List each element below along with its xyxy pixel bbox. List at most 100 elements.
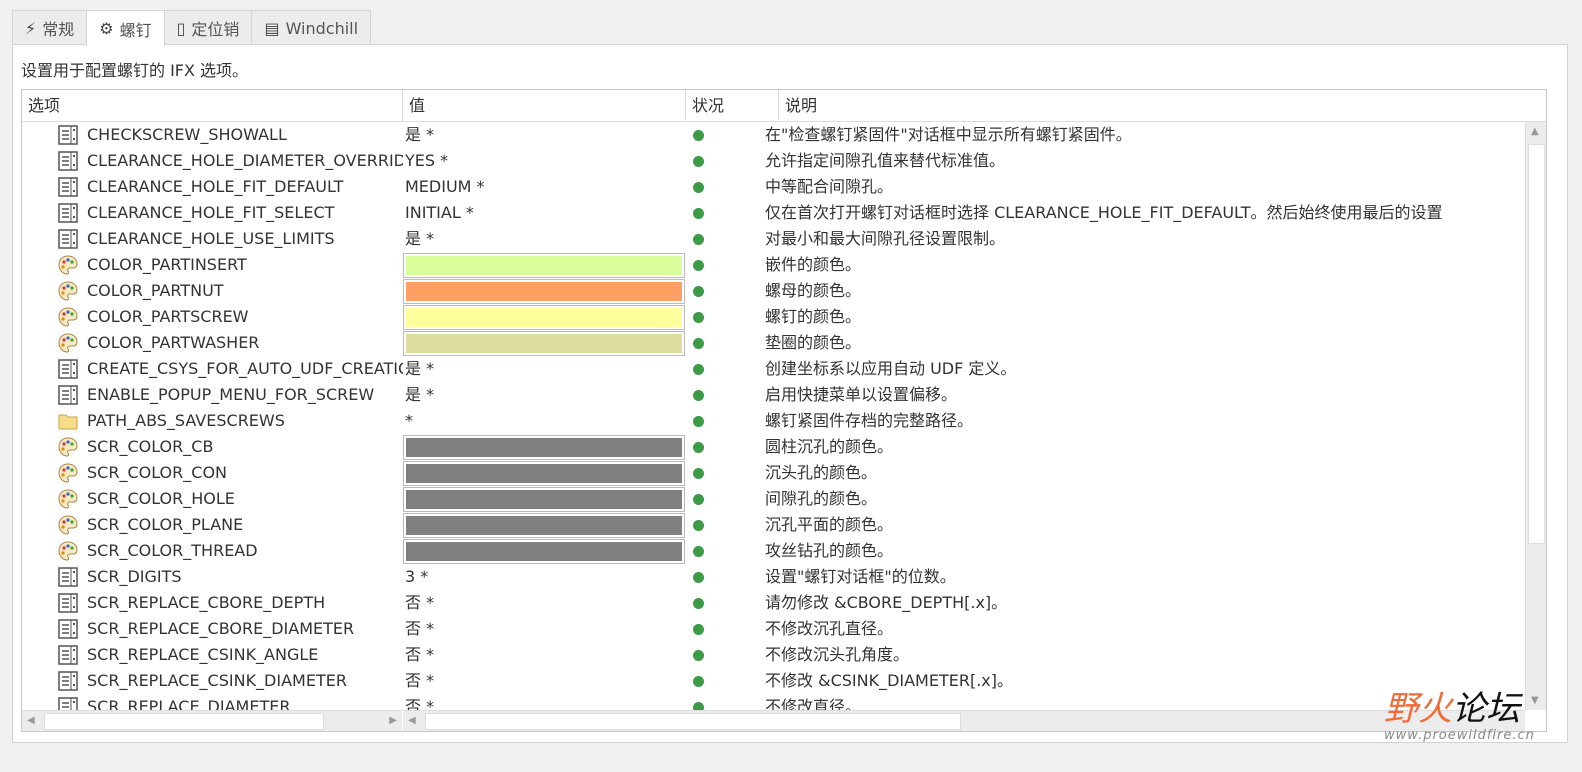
table-row[interactable]: SCR_DIGITS 3 * 设置"螺钉对话框"的位数。 <box>22 564 1525 590</box>
list-icon <box>58 645 78 665</box>
list-icon <box>58 125 78 145</box>
list-icon <box>58 697 78 710</box>
option-name: SCR_COLOR_THREAD <box>87 541 258 560</box>
option-description: 垫圈的颜色。 <box>765 333 862 352</box>
option-name: SCR_COLOR_CON <box>87 463 227 482</box>
option-description: 攻丝钻孔的颜色。 <box>765 541 894 560</box>
left-horizontal-scroll-thumb[interactable] <box>44 713 324 730</box>
tab-pin[interactable]: ▯ 定位销 <box>163 10 253 45</box>
option-value[interactable]: 3 * <box>403 564 686 590</box>
table-row[interactable]: SCR_COLOR_PLANE 沉孔平面的颜色。 <box>22 512 1525 538</box>
table-row[interactable]: CREATE_CSYS_FOR_AUTO_UDF_CREATION 是 * 创建坐… <box>22 356 1525 382</box>
scroll-left-icon[interactable]: ◀ <box>27 715 35 726</box>
table-row[interactable]: COLOR_PARTINSERT 嵌件的颜色。 <box>22 252 1525 278</box>
color-swatch[interactable] <box>403 513 685 538</box>
watermark-logo: 野火论坛 www.proewildfire.cn <box>1384 689 1535 743</box>
option-value[interactable]: 否 * <box>403 590 686 616</box>
table-row[interactable]: CLEARANCE_HOLE_FIT_SELECT INITIAL * 仅在首次打… <box>22 200 1525 226</box>
option-description: 沉头孔的颜色。 <box>765 463 878 482</box>
option-value[interactable]: 否 * <box>403 668 686 694</box>
color-swatch[interactable] <box>403 487 685 512</box>
option-value[interactable]: 否 * <box>403 642 686 668</box>
table-row[interactable]: SCR_REPLACE_DIAMETER 否 * 不修改直径。 <box>22 694 1525 710</box>
list-icon <box>58 619 78 639</box>
list-icon <box>58 359 78 379</box>
option-description: 间隙孔的颜色。 <box>765 489 878 508</box>
list-icon <box>58 229 78 249</box>
option-value[interactable]: INITIAL * <box>403 200 686 226</box>
option-value[interactable]: 否 * <box>403 616 686 642</box>
table-row[interactable]: SCR_COLOR_CB 圆柱沉孔的颜色。 <box>22 434 1525 460</box>
palette-icon <box>58 255 78 275</box>
color-swatch[interactable] <box>403 435 685 460</box>
table-row[interactable]: SCR_REPLACE_CSINK_DIAMETER 否 * 不修改 &CSINK… <box>22 668 1525 694</box>
tab-screw[interactable]: ⚙ 螺钉 <box>86 10 165 46</box>
option-description: 螺钉紧固件存档的完整路径。 <box>765 411 974 430</box>
column-header-value[interactable]: 值 <box>403 90 686 122</box>
table-row[interactable]: COLOR_PARTWASHER 垫圈的颜色。 <box>22 330 1525 356</box>
color-swatch[interactable] <box>403 539 685 564</box>
pin-icon: ▯ <box>176 18 186 38</box>
column-header-description[interactable]: 说明 <box>779 90 1546 122</box>
tab-label: 螺钉 <box>119 20 152 40</box>
table-row[interactable]: SCR_COLOR_CON 沉头孔的颜色。 <box>22 460 1525 486</box>
lightning-icon: ⚡ <box>25 18 37 38</box>
option-description: 允许指定间隙孔值来替代标准值。 <box>765 151 1006 170</box>
right-horizontal-scroll-thumb[interactable] <box>425 713 961 730</box>
column-header-option[interactable]: 选项 <box>22 90 403 122</box>
left-horizontal-scrollbar[interactable]: ◀ ▶ <box>22 710 402 731</box>
status-ok-icon <box>693 676 704 687</box>
table-row[interactable]: COLOR_PARTSCREW 螺钉的颜色。 <box>22 304 1525 330</box>
option-value[interactable]: 是 * <box>403 382 686 408</box>
status-ok-icon <box>693 650 704 661</box>
list-icon <box>58 385 78 405</box>
table-header: 选项 值 状况 说明 <box>22 90 1546 122</box>
option-value[interactable]: 是 * <box>403 122 686 148</box>
tab-label: 定位销 <box>191 20 240 39</box>
scroll-left-icon[interactable]: ◀ <box>408 715 416 726</box>
option-description: 沉孔平面的颜色。 <box>765 515 894 534</box>
color-swatch[interactable] <box>403 253 685 278</box>
right-horizontal-scrollbar[interactable]: ◀ <box>403 710 1525 731</box>
table-row[interactable]: CLEARANCE_HOLE_USE_LIMITS 是 * 对最小和最大间隙孔径设… <box>22 226 1525 252</box>
option-value[interactable]: 是 * <box>403 356 686 382</box>
table-row[interactable]: SCR_COLOR_HOLE 间隙孔的颜色。 <box>22 486 1525 512</box>
table-row[interactable]: SCR_REPLACE_CBORE_DEPTH 否 * 请勿修改 &CBORE_D… <box>22 590 1525 616</box>
tab-general[interactable]: ⚡ 常规 <box>12 10 88 45</box>
table-row[interactable]: CLEARANCE_HOLE_DIAMETER_OVERRIDE YES * 允许… <box>22 148 1525 174</box>
scroll-right-icon[interactable]: ▶ <box>389 715 397 726</box>
tab-windchill[interactable]: ▤ Windchill <box>251 10 372 45</box>
vertical-scroll-thumb[interactable] <box>1528 144 1545 544</box>
option-name: CLEARANCE_HOLE_FIT_SELECT <box>87 203 335 222</box>
option-name: COLOR_PARTSCREW <box>87 307 249 326</box>
table-row[interactable]: SCR_REPLACE_CSINK_ANGLE 否 * 不修改沉头孔角度。 <box>22 642 1525 668</box>
option-value[interactable]: YES * <box>403 148 686 174</box>
table-row[interactable]: PATH_ABS_SAVESCREWS * 螺钉紧固件存档的完整路径。 <box>22 408 1525 434</box>
table-row[interactable]: COLOR_PARTNUT 螺母的颜色。 <box>22 278 1525 304</box>
option-description: 设置"螺钉对话框"的位数。 <box>765 567 956 586</box>
option-name: SCR_REPLACE_CBORE_DIAMETER <box>87 619 355 638</box>
table-row[interactable]: CHECKSCREW_SHOWALL 是 * 在"检查螺钉紧固件"对话框中显示所有… <box>22 122 1525 148</box>
status-ok-icon <box>693 702 704 710</box>
status-ok-icon <box>693 130 704 141</box>
table-row[interactable]: CLEARANCE_HOLE_FIT_DEFAULT MEDIUM * 中等配合间… <box>22 174 1525 200</box>
color-swatch[interactable] <box>403 331 685 356</box>
option-value[interactable]: 否 * <box>403 694 686 710</box>
option-description: 螺母的颜色。 <box>765 281 862 300</box>
color-swatch[interactable] <box>403 305 685 330</box>
vertical-scrollbar[interactable]: ▲ ▼ <box>1525 122 1546 710</box>
table-row[interactable]: SCR_REPLACE_CBORE_DIAMETER 否 * 不修改沉孔直径。 <box>22 616 1525 642</box>
option-value[interactable]: * <box>403 408 686 434</box>
option-description: 不修改沉孔直径。 <box>765 619 894 638</box>
option-description: 螺钉的颜色。 <box>765 307 862 326</box>
scroll-up-icon[interactable]: ▲ <box>1531 126 1539 137</box>
status-ok-icon <box>693 468 704 479</box>
option-value[interactable]: 是 * <box>403 226 686 252</box>
table-row[interactable]: SCR_COLOR_THREAD 攻丝钻孔的颜色。 <box>22 538 1525 564</box>
color-swatch[interactable] <box>403 461 685 486</box>
column-header-status[interactable]: 状况 <box>686 90 779 122</box>
color-swatch[interactable] <box>403 279 685 304</box>
option-name: SCR_REPLACE_CSINK_ANGLE <box>87 645 319 664</box>
option-value[interactable]: MEDIUM * <box>403 174 686 200</box>
table-row[interactable]: ENABLE_POPUP_MENU_FOR_SCREW 是 * 启用快捷菜单以设置… <box>22 382 1525 408</box>
